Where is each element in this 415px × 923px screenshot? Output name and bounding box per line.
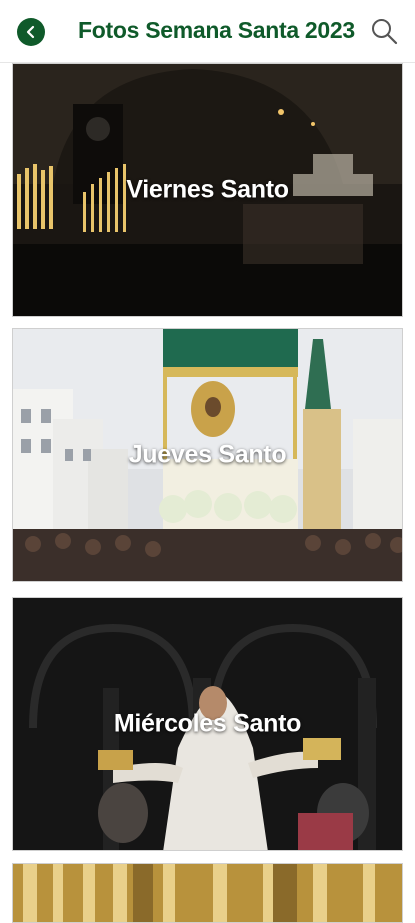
page-title: Fotos Semana Santa 2023 xyxy=(78,17,355,43)
search-icon xyxy=(372,19,398,45)
search-button[interactable] xyxy=(369,16,399,46)
back-button[interactable] xyxy=(17,18,45,46)
gallery-card-partial[interactable] xyxy=(12,863,403,923)
gallery-card-viernes-santo[interactable]: Viernes Santo xyxy=(12,63,403,317)
gallery-card-label: Miércoles Santo xyxy=(113,709,302,738)
photo-partial xyxy=(13,864,402,922)
app-header: Fotos Semana Santa 2023 xyxy=(0,0,415,63)
gallery-card-label: Viernes Santo xyxy=(126,175,289,204)
chevron-left-icon xyxy=(26,25,35,39)
gallery-card-label: Jueves Santo xyxy=(128,440,287,469)
gallery-card-jueves-santo[interactable]: Jueves Santo xyxy=(12,328,403,582)
gallery-card-miercoles-santo[interactable]: Miércoles Santo xyxy=(12,597,403,851)
